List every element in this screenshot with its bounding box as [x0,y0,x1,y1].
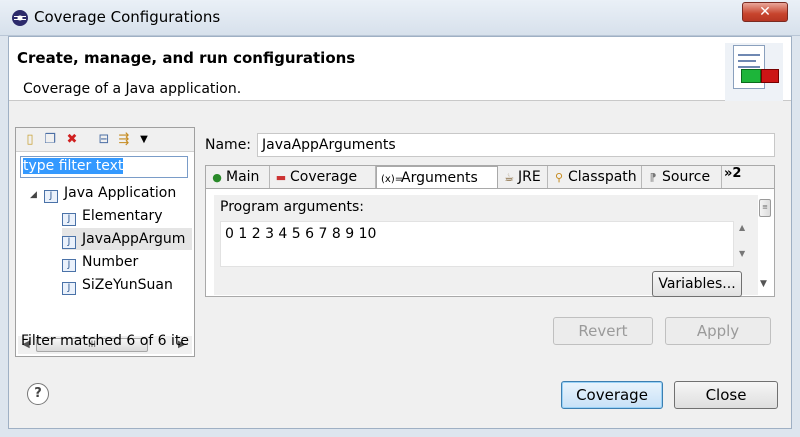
collapse-all-icon[interactable]: ⊟ [96,132,112,148]
program-arguments-textarea[interactable]: 0 1 2 3 4 5 6 7 8 9 10 [220,221,734,267]
tab-coverage[interactable]: ▬ Coverage [270,166,376,188]
tab-source[interactable]: ⁋ Source [642,166,722,188]
view-menu-icon[interactable]: ▼ [136,132,152,148]
coverage-banner-icon [725,43,783,101]
filter-text: type filter text [23,158,124,174]
arguments-tab-content: Program arguments: 0 1 2 3 4 5 6 7 8 9 1… [206,188,774,297]
dialog-header: Create, manage, and run configurations C… [9,37,791,101]
classpath-tab-icon: ⚲ [554,171,564,184]
apply-button[interactable]: Apply [665,317,771,345]
scroll-thumb[interactable]: ≡ [759,199,771,217]
dialog: Create, manage, and run configurations C… [8,36,792,429]
source-tab-icon: ⁋ [649,171,657,184]
tab-classpath[interactable]: ⚲ Classpath [548,166,642,188]
java-application-icon: J [44,190,58,203]
duplicate-icon[interactable]: ❐ [42,132,58,148]
tab-main[interactable]: ● Main [206,166,270,188]
coverage-tab-icon: ▬ [275,171,287,184]
program-arguments-group: Program arguments: 0 1 2 3 4 5 6 7 8 9 1… [214,195,758,297]
revert-button[interactable]: Revert [553,317,653,345]
textarea-scrollbar[interactable]: ▲ ▼ [736,221,750,267]
tree-item-javaappargum[interactable]: J JavaAppArgum [62,228,192,250]
tree-group-java-application[interactable]: ◢ J Java Application [30,182,176,204]
expand-toggle-icon[interactable]: ◢ [30,184,40,206]
tree-item-number[interactable]: J Number [62,251,192,273]
tab-content-scrollbar[interactable]: ≡ ▼ [758,195,772,295]
config-tabs: ● Main ▬ Coverage (x)=Arguments ☕ JRE ⚲ Clas… [205,165,775,297]
tab-overflow-button[interactable]: »2 [724,166,741,181]
tab-arguments[interactable]: (x)=Arguments [376,166,498,190]
left-toolbar: ▯ ❐ ✖ ⊟ ⇶ ▼ [16,128,194,152]
tab-strip: ● Main ▬ Coverage (x)=Arguments ☕ JRE ⚲ Clas… [206,166,774,190]
java-config-icon: J [62,236,76,249]
tab-jre[interactable]: ☕ JRE [498,166,548,188]
name-field[interactable]: JavaAppArguments [257,133,775,157]
eclipse-icon [12,10,28,26]
new-config-icon[interactable]: ▯ [22,132,38,148]
coverage-button[interactable]: Coverage [561,381,663,409]
configuration-list-panel: ▯ ❐ ✖ ⊟ ⇶ ▼ type filter text ◢ J Java Appl… [15,127,195,357]
header-description: Coverage of a Java application. [23,81,242,97]
title-bar: Coverage Configurations ✕ [0,0,800,36]
window-title: Coverage Configurations [34,8,221,26]
filter-icon[interactable]: ⇶ [116,132,132,148]
variables-button[interactable]: Variables... [652,271,742,297]
help-icon[interactable]: ? [27,383,49,405]
scroll-down-icon[interactable]: ▼ [760,279,767,289]
delete-icon[interactable]: ✖ [64,132,80,148]
filter-input[interactable]: type filter text [20,156,188,178]
tree-item-sizeyunsuan[interactable]: J SiZeYunSuan [62,274,192,296]
header-title: Create, manage, and run configurations [17,49,356,67]
java-config-icon: J [62,213,76,226]
name-label: Name: [205,137,252,153]
java-config-icon: J [62,259,76,272]
window-close-button[interactable]: ✕ [742,2,788,22]
tree-item-elementary[interactable]: J Elementary [62,205,192,227]
main-tab-icon: ● [212,171,222,184]
java-config-icon: J [62,282,76,295]
jre-tab-icon: ☕ [504,171,514,184]
program-arguments-label: Program arguments: [220,199,364,215]
filter-status: Filter matched 6 of 6 ite [21,333,189,349]
close-button[interactable]: Close [674,381,778,409]
